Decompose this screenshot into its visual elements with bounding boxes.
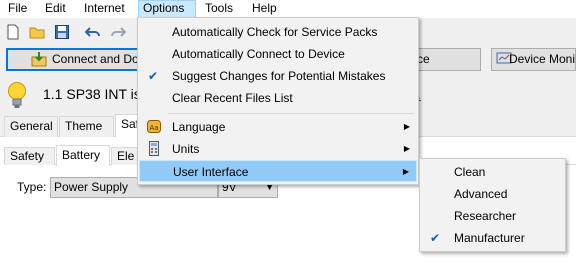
- tab-safety[interactable]: Safety: [4, 147, 55, 165]
- type-select-value: Power Supply: [54, 180, 129, 194]
- download-icon: [31, 52, 47, 67]
- menu-item-label: Language: [172, 120, 226, 134]
- menu-item-label: Automatically Connect to Device: [172, 47, 345, 61]
- tab-battery[interactable]: Battery: [56, 145, 110, 166]
- menu-tools[interactable]: Tools: [201, 0, 237, 18]
- version-text: 1.1 SP38 INT is: [43, 86, 141, 102]
- new-file-icon[interactable]: [5, 24, 21, 40]
- lightbulb-icon: [8, 82, 26, 108]
- menu-item-label: Researcher: [454, 209, 517, 223]
- calculator-icon: [149, 141, 159, 156]
- middle-button[interactable]: ce: [416, 48, 481, 71]
- menu-item-check-service-packs[interactable]: Automatically Check for Service Packs: [140, 21, 416, 43]
- menu-item-label: Manufacturer: [454, 231, 525, 245]
- submenu-item-clean[interactable]: Clean: [422, 161, 563, 183]
- menu-internet[interactable]: Internet: [80, 0, 129, 18]
- undo-icon[interactable]: [85, 24, 101, 40]
- menu-item-label: Suggest Changes for Potential Mistakes: [172, 69, 386, 83]
- open-folder-icon[interactable]: [29, 24, 45, 40]
- submenu-item-advanced[interactable]: Advanced: [422, 183, 563, 205]
- menu-separator: [168, 113, 414, 114]
- submenu-arrow-icon: ▶: [402, 167, 409, 176]
- options-menu: Automatically Check for Service Packs Au…: [137, 17, 419, 185]
- language-icon: Aa: [147, 120, 161, 133]
- menu-options[interactable]: Options: [138, 0, 196, 18]
- submenu-arrow-icon: ▶: [403, 122, 410, 131]
- menu-edit[interactable]: Edit: [41, 0, 70, 18]
- connect-download-button[interactable]: Connect and Dov: [6, 48, 139, 71]
- type-label: Type:: [17, 180, 47, 194]
- menu-file[interactable]: File: [4, 0, 31, 18]
- menu-item-units[interactable]: Units ▶: [140, 138, 416, 160]
- svg-text:Aa: Aa: [149, 124, 158, 132]
- connect-download-label: Connect and Dov: [52, 52, 139, 66]
- device-monitor-button[interactable]: Device Monit: [491, 48, 576, 71]
- menu-item-label: Advanced: [454, 187, 508, 201]
- redo-icon[interactable]: [110, 24, 126, 40]
- menu-item-language[interactable]: Aa Language ▶: [140, 116, 416, 138]
- menu-item-label: Clean: [454, 165, 486, 179]
- menu-item-auto-connect[interactable]: Automatically Connect to Device: [140, 43, 416, 65]
- menu-item-label: Automatically Check for Service Packs: [172, 25, 378, 39]
- checkmark-icon: ✔: [148, 69, 159, 83]
- menu-help[interactable]: Help: [248, 0, 281, 18]
- tab-general[interactable]: General: [4, 116, 58, 137]
- checkmark-icon: ✔: [430, 231, 441, 245]
- device-monitor-label: Device Monit: [509, 52, 576, 66]
- menu-item-label: Units: [172, 142, 200, 156]
- tab-theme[interactable]: Theme: [59, 116, 114, 137]
- menu-item-user-interface[interactable]: User Interface ▶: [139, 160, 417, 182]
- menubar: File Edit Internet Options Tools Help: [0, 0, 576, 18]
- menu-item-clear-recent[interactable]: Clear Recent Files List: [140, 87, 416, 109]
- user-interface-submenu: Clean Advanced Researcher ✔ Manufacturer: [419, 158, 566, 252]
- menu-item-label: User Interface: [173, 165, 249, 179]
- menu-item-suggest-changes[interactable]: ✔ Suggest Changes for Potential Mistakes: [140, 65, 416, 87]
- submenu-arrow-icon: ▶: [403, 144, 410, 153]
- menu-item-label: Clear Recent Files List: [172, 91, 293, 105]
- submenu-item-manufacturer[interactable]: ✔ Manufacturer: [422, 227, 563, 249]
- save-icon[interactable]: [54, 24, 70, 40]
- submenu-item-researcher[interactable]: Researcher: [422, 205, 563, 227]
